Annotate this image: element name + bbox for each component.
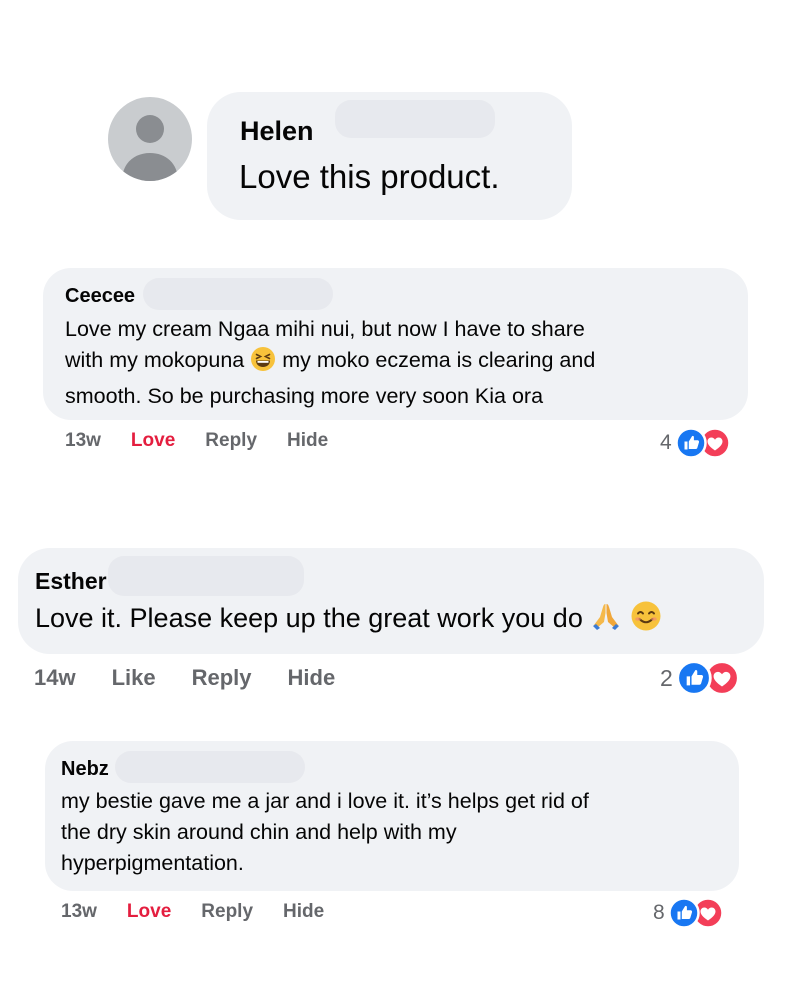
- reply-button[interactable]: Reply: [205, 430, 257, 452]
- comment-text: Love this product.: [239, 158, 500, 195]
- like-button[interactable]: Like: [112, 665, 156, 691]
- reaction-summary[interactable]: 4: [660, 427, 733, 459]
- comment-bubble-nebz: Nebz my bestie gave me a jar and i love …: [45, 741, 739, 891]
- comment-text: Love my cream Ngaa mihi nui, but now I h…: [65, 317, 596, 408]
- reply-button[interactable]: Reply: [192, 665, 252, 691]
- like-icon: [676, 660, 712, 696]
- timestamp[interactable]: 14w: [34, 665, 76, 691]
- comment-author[interactable]: Nebz: [61, 758, 109, 781]
- reaction-summary[interactable]: 8: [653, 897, 726, 929]
- timestamp[interactable]: 13w: [61, 901, 97, 923]
- redacted-region: [143, 278, 333, 310]
- comment-author[interactable]: Esther: [35, 568, 107, 595]
- reaction-summary[interactable]: 2: [660, 660, 742, 696]
- comment-author[interactable]: Ceecee: [65, 285, 135, 308]
- reaction-icons: [674, 427, 731, 459]
- grinning-squinting-face-emoji: [250, 346, 276, 381]
- comment-text: Love it. Please keep up the great work y…: [35, 600, 662, 639]
- comment-actions: 14w Like Reply Hide: [34, 665, 335, 691]
- comment-actions: 13w Love Reply Hide: [65, 430, 328, 452]
- redacted-region: [108, 556, 304, 596]
- reaction-count: 4: [660, 431, 672, 454]
- comment-text: my bestie gave me a jar and i love it. i…: [61, 789, 589, 875]
- hide-button[interactable]: Hide: [287, 430, 328, 452]
- folded-hands-emoji: [590, 600, 622, 639]
- hide-button[interactable]: Hide: [288, 665, 336, 691]
- redacted-region: [335, 100, 495, 138]
- like-icon: [674, 427, 707, 459]
- comment-bubble-ceecee: Ceecee Love my cream Ngaa mihi nui, but …: [43, 268, 748, 420]
- redacted-region: [115, 751, 305, 783]
- reaction-count: 8: [653, 901, 665, 924]
- timestamp[interactable]: 13w: [65, 430, 101, 452]
- reaction-icons: [667, 897, 724, 929]
- smiling-face-emoji: [630, 600, 662, 639]
- comment-bubble-esther: Esther Love it. Please keep up the great…: [18, 548, 764, 654]
- reply-button[interactable]: Reply: [201, 901, 253, 923]
- default-avatar-icon[interactable]: [108, 97, 192, 181]
- love-button[interactable]: Love: [131, 430, 175, 452]
- reaction-icons: [676, 660, 740, 696]
- love-button[interactable]: Love: [127, 901, 171, 923]
- like-icon: [667, 897, 700, 929]
- comment-bubble-helen: Helen Love this product.: [207, 92, 572, 220]
- hide-button[interactable]: Hide: [283, 901, 324, 923]
- comment-actions: 13w Love Reply Hide: [61, 901, 324, 923]
- reaction-count: 2: [660, 664, 673, 691]
- comment-author[interactable]: Helen: [240, 116, 314, 147]
